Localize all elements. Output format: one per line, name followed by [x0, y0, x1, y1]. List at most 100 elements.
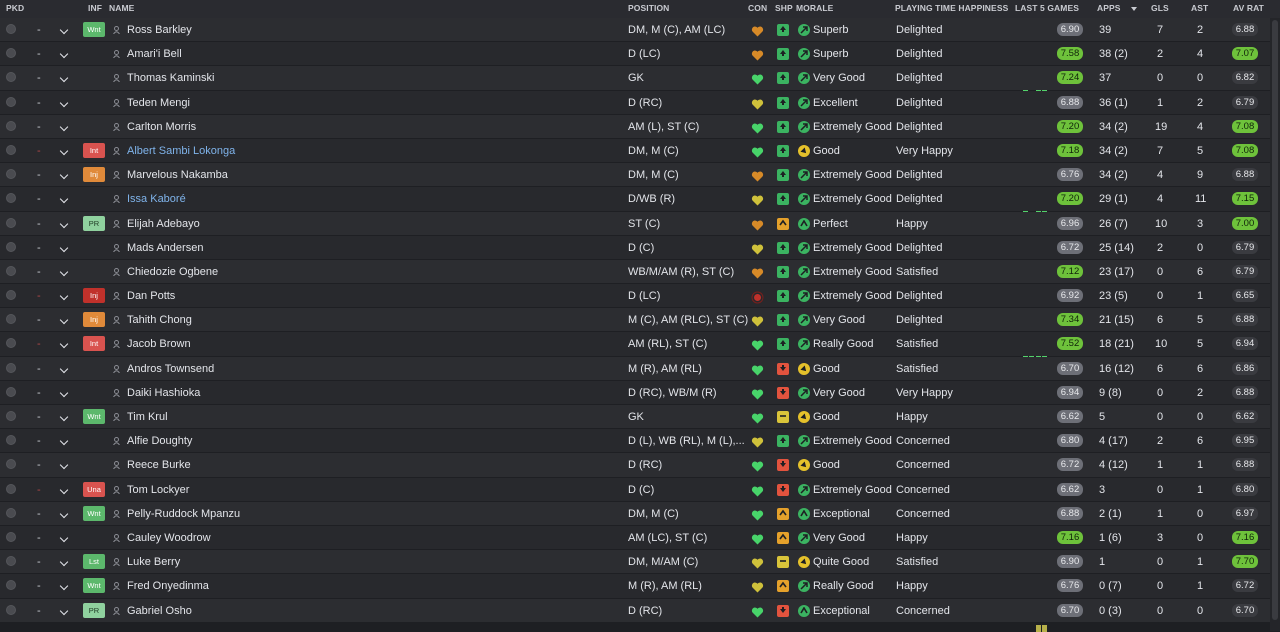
player-name[interactable]: Tahith Chong	[127, 308, 192, 332]
pick-toggle[interactable]	[6, 435, 16, 446]
table-row[interactable]: - Inj Marvelous Nakamba DM, M (C) Extremely …	[0, 163, 1270, 197]
pick-toggle[interactable]	[6, 531, 16, 542]
header-playing-time-happiness[interactable]: PLAYING TIME HAPPINESS	[895, 3, 1008, 13]
status-badge[interactable]: Wnt	[83, 22, 105, 37]
chevron-down-icon[interactable]	[59, 267, 69, 277]
chevron-down-icon[interactable]	[59, 316, 69, 325]
player-name[interactable]: Tom Lockyer	[127, 478, 189, 502]
player-name[interactable]: Jacob Brown	[127, 332, 191, 356]
header-av-rat[interactable]: AV RAT	[1233, 3, 1264, 13]
player-name[interactable]: Pelly-Ruddock Mpanzu	[127, 502, 240, 526]
header-con[interactable]: CON	[748, 3, 767, 13]
pick-toggle[interactable]	[6, 411, 16, 421]
chevron-down-icon[interactable]	[59, 388, 69, 398]
pick-toggle[interactable]	[6, 314, 16, 325]
chevron-down-icon[interactable]	[59, 533, 69, 543]
table-row[interactable]: - Alfie Doughty D (L), WB (RL), M (L),... E…	[0, 429, 1270, 463]
chevron-down-icon[interactable]	[59, 122, 69, 131]
player-name[interactable]: Elijah Adebayo	[127, 212, 200, 236]
status-badge[interactable]: PR	[83, 602, 105, 618]
chevron-down-icon[interactable]	[59, 436, 69, 446]
status-badge[interactable]: Wnt	[83, 409, 105, 424]
table-row[interactable]: - Daiki Hashioka D (RC), WB/M (R) Very Good…	[0, 380, 1270, 414]
table-row[interactable]: - Inj Dan Potts D (LC) Extremely Good Delight…	[0, 284, 1270, 318]
table-row[interactable]: - Una Tom Lockyer D (C) Extremely Good Concer…	[0, 477, 1270, 511]
status-badge[interactable]: Inj	[83, 167, 105, 183]
player-name[interactable]: Issa Kaboré	[127, 187, 186, 211]
pick-toggle[interactable]	[6, 338, 16, 349]
pick-toggle[interactable]	[6, 120, 16, 131]
header-name[interactable]: NAME	[109, 3, 134, 13]
status-badge[interactable]: Inj	[83, 288, 105, 304]
pick-toggle[interactable]	[6, 144, 16, 155]
table-row[interactable]: - Reece Burke D (RC) Good Concerned 6.72 4 (12…	[0, 453, 1270, 487]
table-row[interactable]: - Int Jacob Brown AM (RL), ST (C) Really Goo…	[0, 332, 1270, 366]
player-name[interactable]: Luke Berry	[127, 550, 180, 574]
player-name[interactable]: Alfie Doughty	[127, 429, 192, 453]
status-badge[interactable]: Lst	[83, 554, 105, 570]
chevron-down-icon[interactable]	[59, 509, 69, 518]
pick-toggle[interactable]	[6, 72, 16, 83]
player-name[interactable]: Teden Mengi	[127, 91, 190, 115]
pick-toggle[interactable]	[6, 169, 16, 180]
pick-toggle[interactable]	[6, 459, 16, 470]
header-apps[interactable]: APPS	[1097, 3, 1121, 13]
player-name[interactable]: Fred Onyedinma	[127, 574, 209, 598]
chevron-down-icon[interactable]	[59, 557, 69, 567]
pick-toggle[interactable]	[6, 24, 16, 34]
table-row[interactable]: - Wnt Tim Krul GK Good Happy 6.62 5 0 0 6.62	[0, 405, 1270, 438]
table-row[interactable]: - Teden Mengi D (RC) Excellent Delighted 6.88…	[0, 90, 1270, 124]
chevron-down-icon[interactable]	[59, 606, 69, 615]
table-row[interactable]: - Issa Kaboré D/WB (R) Extremely Good Deligh…	[0, 187, 1270, 221]
pick-toggle[interactable]	[6, 193, 16, 204]
table-row[interactable]: - Carlton Morris AM (L), ST (C) Extremely G…	[0, 114, 1270, 148]
chevron-down-icon[interactable]	[59, 340, 69, 349]
header-ast[interactable]: AST	[1191, 3, 1208, 13]
player-name[interactable]: Andros Townsend	[127, 357, 214, 381]
chevron-down-icon[interactable]	[59, 582, 69, 591]
header-pkd[interactable]: PKD	[6, 3, 24, 13]
pick-toggle[interactable]	[6, 483, 16, 494]
table-row[interactable]: - Andros Townsend M (R), AM (RL) Good Satisf…	[0, 356, 1270, 390]
scrollbar-thumb[interactable]	[1272, 20, 1278, 620]
status-badge[interactable]: Wnt	[83, 578, 105, 594]
table-row[interactable]: - Inj Tahith Chong M (C), AM (RLC), ST (C) V…	[0, 308, 1270, 342]
pick-toggle[interactable]	[6, 217, 16, 228]
pick-toggle[interactable]	[6, 48, 16, 59]
vertical-scrollbar[interactable]	[1270, 18, 1280, 631]
pick-toggle[interactable]	[6, 96, 16, 107]
chevron-down-icon[interactable]	[59, 219, 69, 228]
table-row[interactable]: - Mads Andersen D (C) Extremely Good Delight…	[0, 235, 1270, 269]
table-row[interactable]: - Wnt Ross Barkley DM, M (C), AM (LC) Superb…	[0, 18, 1270, 51]
header-last-5-games[interactable]: LAST 5 GAMES	[1015, 3, 1079, 13]
sort-descending-icon[interactable]	[1131, 7, 1137, 11]
table-row[interactable]: - Chiedozie Ogbene WB/M/AM (R), ST (C) Extr…	[0, 259, 1270, 293]
pick-toggle[interactable]	[6, 507, 16, 518]
player-name[interactable]: Chiedozie Ogbene	[127, 260, 218, 284]
player-name[interactable]: Mads Andersen	[127, 236, 203, 260]
player-name[interactable]: Thomas Kaminski	[127, 66, 214, 90]
chevron-down-icon[interactable]	[59, 291, 69, 301]
player-name[interactable]: Albert Sambi Lokonga	[127, 139, 235, 163]
player-name[interactable]: Dan Potts	[127, 284, 175, 308]
table-row[interactable]: - Wnt Fred Onyedinma M (R), AM (RL) Really G…	[0, 574, 1270, 608]
player-name[interactable]: Carlton Morris	[127, 115, 196, 139]
status-badge[interactable]: Int	[83, 336, 105, 352]
table-row[interactable]: - Cauley Woodrow AM (LC), ST (C) Very Good H…	[0, 525, 1270, 559]
pick-toggle[interactable]	[6, 580, 16, 591]
chevron-down-icon[interactable]	[59, 412, 69, 422]
table-row[interactable]: - Thomas Kaminski GK Very Good Delighted 7.24…	[0, 66, 1270, 100]
header-position[interactable]: POSITION	[628, 3, 669, 13]
player-name[interactable]: Tim Krul	[127, 405, 168, 429]
table-row[interactable]: - PR Elijah Adebayo ST (C) Perfect Happy 6.96 2…	[0, 211, 1270, 245]
chevron-down-icon[interactable]	[59, 243, 69, 252]
chevron-down-icon[interactable]	[59, 485, 69, 494]
table-row[interactable]: - Amari'i Bell D (LC) Superb Delighted 7.58 38…	[0, 42, 1270, 76]
status-badge[interactable]: Int	[83, 142, 105, 158]
chevron-down-icon[interactable]	[59, 25, 69, 35]
status-badge[interactable]: Una	[83, 481, 105, 497]
table-row[interactable]: - Int Albert Sambi Lokonga DM, M (C) Good Ver…	[0, 138, 1270, 172]
player-name[interactable]: Reece Burke	[127, 453, 191, 477]
chevron-down-icon[interactable]	[59, 98, 69, 107]
player-name[interactable]: Amari'i Bell	[127, 42, 182, 66]
